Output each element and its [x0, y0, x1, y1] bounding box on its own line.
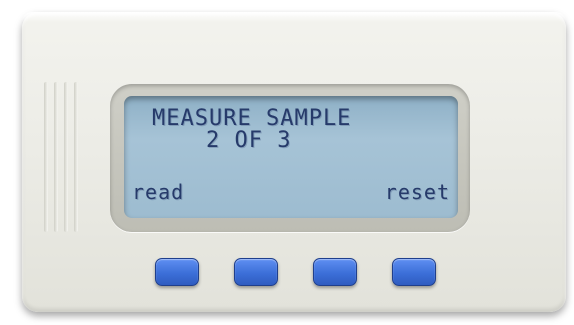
grille-slot	[44, 82, 48, 232]
lcd-line-2: 2 OF 3	[206, 128, 292, 153]
softkey-label-reset: reset	[384, 180, 450, 204]
grille-slot	[54, 82, 58, 232]
button-1[interactable]	[155, 258, 199, 286]
button-3[interactable]	[313, 258, 357, 286]
scene: MEASURE SAMPLE 2 OF 3 read reset	[0, 0, 574, 325]
lcd-screen: MEASURE SAMPLE 2 OF 3 read reset	[124, 96, 458, 218]
grille-slot	[64, 82, 68, 232]
button-2[interactable]	[234, 258, 278, 286]
display-bezel: MEASURE SAMPLE 2 OF 3 read reset	[110, 84, 470, 232]
speaker-grille	[44, 82, 88, 232]
softkey-label-read: read	[132, 180, 185, 204]
measurement-device: MEASURE SAMPLE 2 OF 3 read reset	[22, 12, 566, 312]
button-4[interactable]	[392, 258, 436, 286]
device-top-edge	[22, 12, 566, 22]
grille-slot	[74, 82, 78, 232]
